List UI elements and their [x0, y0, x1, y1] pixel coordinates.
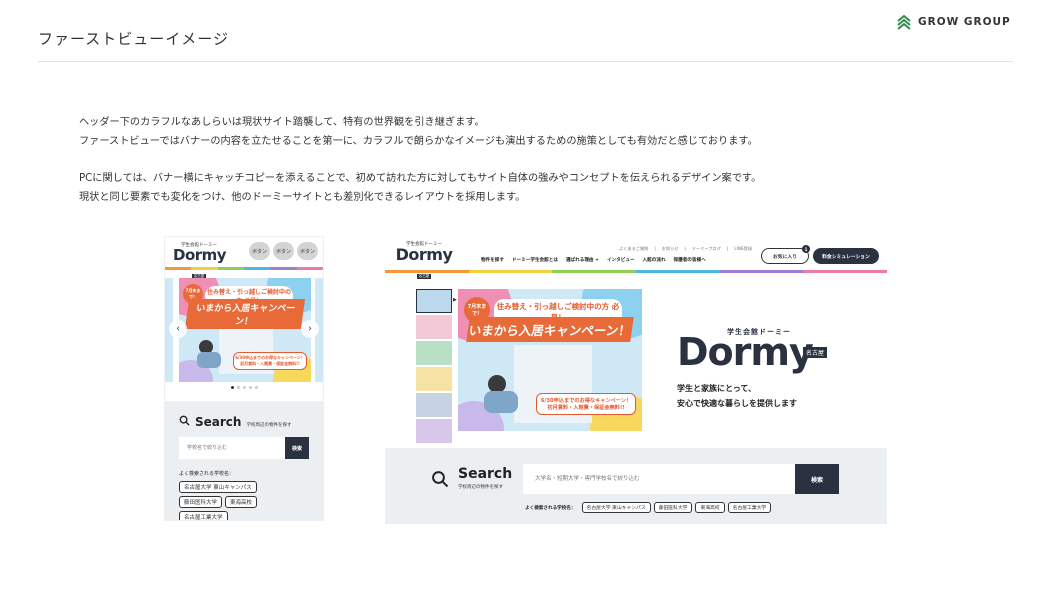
school-tag[interactable]: 東海高校 [695, 502, 725, 513]
util-link[interactable]: お知らせ [662, 246, 679, 252]
thumbnail[interactable] [416, 315, 452, 339]
mobile-banner-note-2: 初月賃料・入館費・保証金無料!! [240, 361, 300, 366]
thumbnail[interactable] [416, 419, 452, 443]
mobile-carousel[interactable]: 7月末まで！ 住み替え・引っ越しご検討中の方 必見！ いまから入居キャンペーン！… [165, 278, 323, 393]
school-tag[interactable]: 東海高校 [225, 496, 258, 508]
pc-hero-logo: Dormy [677, 330, 814, 374]
pc-logo[interactable]: Dormy [393, 247, 455, 263]
thumbnail-pointer-icon: ▶ [453, 297, 457, 303]
mobile-campaign-banner[interactable]: 7月末まで！ 住み替え・引っ越しご検討中の方 必見！ いまから入居キャンペーン！… [179, 278, 311, 382]
favorites-button[interactable]: お気に入り 1 [761, 245, 810, 264]
simulation-button[interactable]: 料金シミュレーション [813, 248, 879, 264]
school-tag[interactable]: 名古屋工業大学 [727, 502, 772, 513]
mobile-header: 学生会館ドーミー Dormy 名古屋 ボタン ボタン ボタン [165, 237, 323, 279]
grow-group-logo: GROW GROUP [896, 14, 1011, 30]
page-title: ファーストビューイメージ [38, 30, 229, 48]
school-tag[interactable]: 名古屋工業大学 [179, 511, 228, 520]
header-divider [38, 61, 1013, 62]
school-tag[interactable]: 藤田医科大学 [653, 502, 693, 513]
school-tag[interactable]: 藤田医科大学 [179, 496, 223, 508]
mobile-popular-label: よく検索される学校名： [179, 471, 235, 477]
mobile-banner-title: いまから入居キャンペーン！ [184, 299, 306, 329]
description-line-3: PCに関しては、バナー横にキャッチコピーを添えることで、初めて訪れた方に対しても… [79, 173, 762, 184]
search-icon [179, 415, 190, 426]
mobile-button-1[interactable]: ボタン [249, 242, 270, 260]
mobile-search-input[interactable] [179, 437, 285, 459]
thumbnail[interactable] [416, 393, 452, 417]
nav-item[interactable]: 保護者の皆様へ [674, 257, 706, 263]
pc-tagline-2: 安心で快適な暮らしを提供します [677, 399, 797, 408]
pc-banner-title: いまから入居キャンペーン！ [466, 317, 634, 342]
description-line-1: ヘッダー下のカラフルなあしらいは現状サイト踏襲して、特有の世界観を引き継ぎます。 [79, 117, 485, 128]
search-icon [432, 471, 449, 488]
util-link[interactable]: ドーミーブログ [692, 246, 721, 252]
pc-search-sub: 学校周辺の物件を探す [458, 485, 503, 490]
pc-search-section: Search 学校周辺の物件を探す 検索 よく検索される学校名： 名古屋大学 東… [385, 448, 887, 524]
description-line-2: ファーストビューではバナーの内容を立たせることを第一に、カラフルで朗らかなイメー… [79, 136, 758, 147]
mobile-banner-note: 6/30申込までのお得なキャンペーン！ 初月賃料・入館費・保証金無料!! [233, 352, 307, 370]
brand-name: GROW GROUP [918, 16, 1011, 28]
pc-banner-note: 6/30申込までのお得なキャンペーン！ 初月賃料・入館費・保証金無料!! [536, 393, 636, 415]
util-link[interactable]: よくあるご質問 [619, 246, 648, 252]
thumbnail[interactable] [416, 341, 452, 365]
pc-hero-badge: 名古屋 [803, 347, 828, 358]
nav-item[interactable]: 物件を探す [481, 257, 504, 263]
pc-tagline-1: 学生と家族にとって、 [677, 384, 756, 393]
pc-search-input[interactable] [523, 464, 795, 494]
carousel-dots[interactable] [165, 386, 323, 389]
mobile-search-label: Search [195, 415, 242, 429]
nav-item[interactable]: 入館の流れ [643, 257, 666, 263]
pc-mockup: 学生会館ドーミー Dormy 名古屋 よくあるご質問 | お知らせ | ドーミーブロ… [385, 238, 887, 524]
nav-item[interactable]: ドーミー学生会館とは [512, 257, 558, 263]
pc-banner-note-2: 初月賃料・入館費・保証金無料!! [547, 405, 625, 411]
carousel-prev-icon[interactable]: ‹ [169, 320, 187, 338]
pc-thumbnail-list[interactable] [416, 289, 452, 443]
pc-campaign-banner[interactable]: 7月末まで！ 住み替え・引っ越しご検討中の方 必見！ いまから入居キャンペーン！… [458, 289, 642, 431]
util-link[interactable]: LINE登録 [734, 246, 752, 252]
thumbnail[interactable] [416, 367, 452, 391]
school-tag[interactable]: 名古屋大学 東山キャンパス [581, 502, 651, 513]
pc-search-button[interactable]: 検索 [795, 464, 839, 494]
mobile-mockup: 学生会館ドーミー Dormy 名古屋 ボタン ボタン ボタン 7月末まで！ 住み… [164, 236, 324, 521]
pc-hero-logo-sub: 学生会館ドーミー [727, 328, 791, 336]
pc-search-label: Search [458, 466, 513, 482]
grow-tree-icon [897, 14, 911, 30]
description-line-4: 現状と同じ要素でも変化をつけ、他のドーミーサイトとも差別化できるレイアウトを採用… [79, 192, 526, 203]
mobile-search-button[interactable]: 検索 [285, 437, 309, 459]
mobile-button-2[interactable]: ボタン [273, 242, 294, 260]
pc-util-links: よくあるご質問 | お知らせ | ドーミーブログ | LINE登録 [619, 246, 753, 252]
mobile-logo[interactable]: Dormy [173, 248, 227, 263]
mobile-search-sub: 学校周辺の物件を探す [246, 423, 292, 428]
pc-banner-note-1: 6/30申込までのお得なキャンペーン！ [540, 398, 632, 404]
pc-header: 学生会館ドーミー Dormy 名古屋 よくあるご質問 | お知らせ | ドーミーブロ… [385, 238, 887, 279]
pc-nav: 物件を探す ドーミー学生会館とは 選ばれる理由 + インタビュー 入館の流れ 保… [481, 257, 706, 263]
pc-hero: ▶ 7月末まで！ 住み替え・引っ越しご検討中の方 必見！ いまから入居キャンペー… [385, 273, 887, 443]
pc-hero-brand: 学生会館ドーミー Dormy 名古屋 学生と家族にとって、 安心で快適な暮らしを… [677, 323, 828, 409]
mobile-button-3[interactable]: ボタン [297, 242, 318, 260]
favorites-label: お気に入り [773, 254, 797, 260]
favorites-count-badge: 1 [802, 245, 810, 253]
school-tag[interactable]: 名古屋大学 東山キャンパス [179, 481, 257, 493]
pc-popular-label: よく検索される学校名： [525, 505, 576, 511]
thumbnail[interactable] [416, 289, 452, 313]
carousel-next-icon[interactable]: › [301, 320, 319, 338]
mobile-search-section: Search 学校周辺の物件を探す 検索 よく検索される学校名： 名古屋大学 東… [165, 401, 323, 520]
nav-item[interactable]: 選ばれる理由 + [566, 257, 599, 263]
nav-item[interactable]: インタビュー [607, 257, 635, 263]
